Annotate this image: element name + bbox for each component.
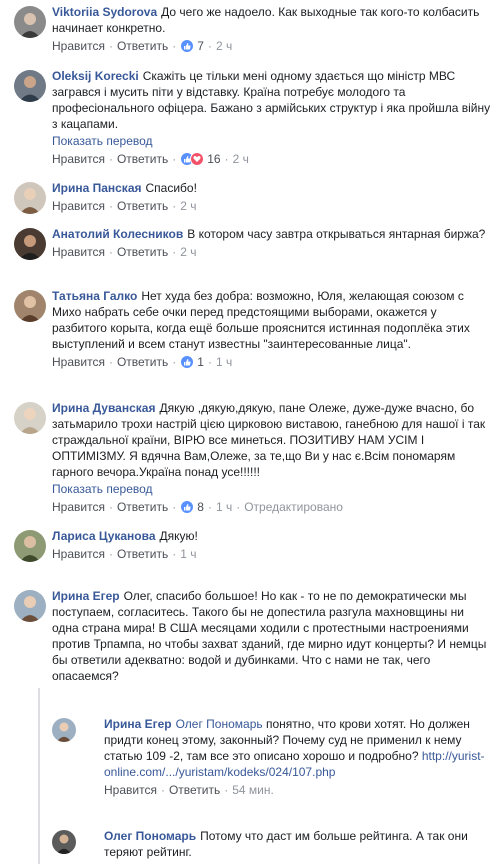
comment-author[interactable]: Олег Пономарь xyxy=(104,829,196,843)
comment-item: Лариса Цуканова Дякую! Нравится · Ответить… xyxy=(0,528,500,562)
avatar[interactable] xyxy=(14,590,46,622)
comment-text: Ирина Егер Олег, спасибо большое! Но как … xyxy=(52,588,492,684)
comment-time[interactable]: 2 ч xyxy=(233,151,249,167)
comment-actions: Нравится · Ответить · 1 ч xyxy=(52,546,197,562)
avatar[interactable] xyxy=(52,718,76,742)
reactions[interactable]: 8 xyxy=(180,499,204,515)
reactions[interactable]: 16 xyxy=(180,151,221,167)
comment-actions: Нравится · Ответить · 16 · 2 ч xyxy=(52,151,249,167)
reply-item: Олег Пономарь Потому что даст им больше р… xyxy=(0,828,500,860)
like-button[interactable]: Нравится xyxy=(52,499,105,515)
comment-text: Олег Пономарь Потому что даст им больше р… xyxy=(104,828,492,860)
comment-author[interactable]: Ирина Дуванская xyxy=(52,401,155,415)
comment-item: Ирина Дуванская Дякую ,дякую,дякую, пане … xyxy=(0,400,500,515)
reactions[interactable]: 1 xyxy=(180,354,204,370)
like-icon xyxy=(180,39,195,53)
comment-author[interactable]: Анатолий Колесников xyxy=(52,227,183,241)
comment-body: Спасибо! xyxy=(145,181,197,195)
reply-button[interactable]: Ответить xyxy=(117,38,168,54)
comment-actions: Нравится · Ответить · 54 мин. xyxy=(104,782,274,798)
reaction-count: 7 xyxy=(197,39,204,53)
like-button[interactable]: Нравится xyxy=(52,151,105,167)
comment-time[interactable]: 2 ч xyxy=(216,38,232,54)
comment-author[interactable]: Ирина Панская xyxy=(52,181,142,195)
like-button[interactable]: Нравится xyxy=(52,354,105,370)
reply-button[interactable]: Ответить xyxy=(169,782,220,798)
comment-item: Ирина Панская Спасибо! Нравится · Ответить… xyxy=(0,180,500,214)
comment-text: Ирина Дуванская Дякую ,дякую,дякую, пане … xyxy=(52,400,492,480)
like-icon xyxy=(180,355,195,369)
comment-author[interactable]: Ирина Егер xyxy=(104,717,172,731)
comment-body: Дякую! xyxy=(159,529,198,543)
see-translation-link[interactable]: Показать перевод xyxy=(52,133,492,149)
comment-author[interactable]: Лариса Цуканова xyxy=(52,529,156,543)
like-button[interactable]: Нравится xyxy=(52,546,105,562)
comment-actions: Нравится · Ответить · 2 ч xyxy=(52,198,197,214)
comment-body: Олег, спасибо большое! Но как - то не по… xyxy=(52,589,487,683)
like-button[interactable]: Нравится xyxy=(52,244,105,260)
comment-text: Ирина Егер Олег Пономарь понятно, что кро… xyxy=(104,716,492,780)
comment-item: Татьяна Галко Нет худа без добра: возможн… xyxy=(0,288,500,370)
edited-label: Отредактировано xyxy=(244,500,343,514)
like-button[interactable]: Нравится xyxy=(52,38,105,54)
comment-text: Анатолий Колесников В котором часу завтра… xyxy=(52,226,492,242)
mention-link[interactable]: Олег Пономарь xyxy=(176,717,263,731)
comment-item: Ирина Егер Олег, спасибо большое! Но как … xyxy=(0,588,500,684)
comment-body: В котором часу завтра открываться янтарн… xyxy=(187,227,486,241)
comment-text: Viktoriia Sydorova До чего же надоело. Ка… xyxy=(52,4,492,36)
avatar[interactable] xyxy=(52,830,76,854)
avatar[interactable] xyxy=(14,182,46,214)
comment-author[interactable]: Oleksij Korecki xyxy=(52,69,139,83)
avatar[interactable] xyxy=(14,290,46,322)
avatar[interactable] xyxy=(14,6,46,38)
comment-text: Oleksij Korecki Скажіть це тільки мені од… xyxy=(52,68,492,132)
avatar[interactable] xyxy=(14,70,46,102)
avatar[interactable] xyxy=(14,402,46,434)
like-button[interactable]: Нравится xyxy=(52,198,105,214)
comment-actions: Нравится · Ответить · 8 · 1 ч · Отредактиро… xyxy=(52,499,343,515)
avatar[interactable] xyxy=(14,530,46,562)
like-button[interactable]: Нравится xyxy=(104,782,157,798)
comment-text: Лариса Цуканова Дякую! xyxy=(52,528,492,544)
reaction-count: 8 xyxy=(197,500,204,514)
comment-author[interactable]: Татьяна Галко xyxy=(52,289,137,303)
reply-item: Ирина Егер Олег Пономарь понятно, что кро… xyxy=(0,716,500,798)
comment-time[interactable]: 2 ч xyxy=(180,198,196,214)
reply-button[interactable]: Ответить xyxy=(117,198,168,214)
comment-time[interactable]: 2 ч xyxy=(180,244,196,260)
comment-item: Oleksij Korecki Скажіть це тільки мені од… xyxy=(0,68,500,167)
reactions[interactable]: 7 xyxy=(180,38,204,54)
reaction-count: 16 xyxy=(207,152,221,166)
comment-actions: Нравится · Ответить · 7 · 2 ч xyxy=(52,38,233,54)
reply-button[interactable]: Ответить xyxy=(117,499,168,515)
comment-actions: Нравится · Ответить · 2 ч xyxy=(52,244,197,260)
comment-time[interactable]: 1 ч xyxy=(180,546,196,562)
reply-button[interactable]: Ответить xyxy=(117,244,168,260)
comment-text: Ирина Панская Спасибо! xyxy=(52,180,492,196)
avatar[interactable] xyxy=(14,228,46,260)
like-icon xyxy=(180,500,195,514)
reply-button[interactable]: Ответить xyxy=(117,151,168,167)
comment-time[interactable]: 54 мин. xyxy=(232,782,274,798)
see-translation-link[interactable]: Показать перевод xyxy=(52,481,492,497)
reply-button[interactable]: Ответить xyxy=(117,546,168,562)
comment-item: Анатолий Колесников В котором часу завтра… xyxy=(0,226,500,260)
reaction-count: 1 xyxy=(197,355,204,369)
comment-text: Татьяна Галко Нет худа без добра: возможн… xyxy=(52,288,492,352)
comment-time[interactable]: 1 ч xyxy=(216,499,232,515)
comment-author[interactable]: Viktoriia Sydorova xyxy=(52,5,157,19)
comment-time[interactable]: 1 ч xyxy=(216,354,232,370)
comment-author[interactable]: Ирина Егер xyxy=(52,589,120,603)
heart-icon xyxy=(190,152,205,166)
comment-item: Viktoriia Sydorova До чего же надоело. Ка… xyxy=(0,4,500,54)
comment-actions: Нравится · Ответить · 1 · 1 ч xyxy=(52,354,233,370)
reply-button[interactable]: Ответить xyxy=(117,354,168,370)
